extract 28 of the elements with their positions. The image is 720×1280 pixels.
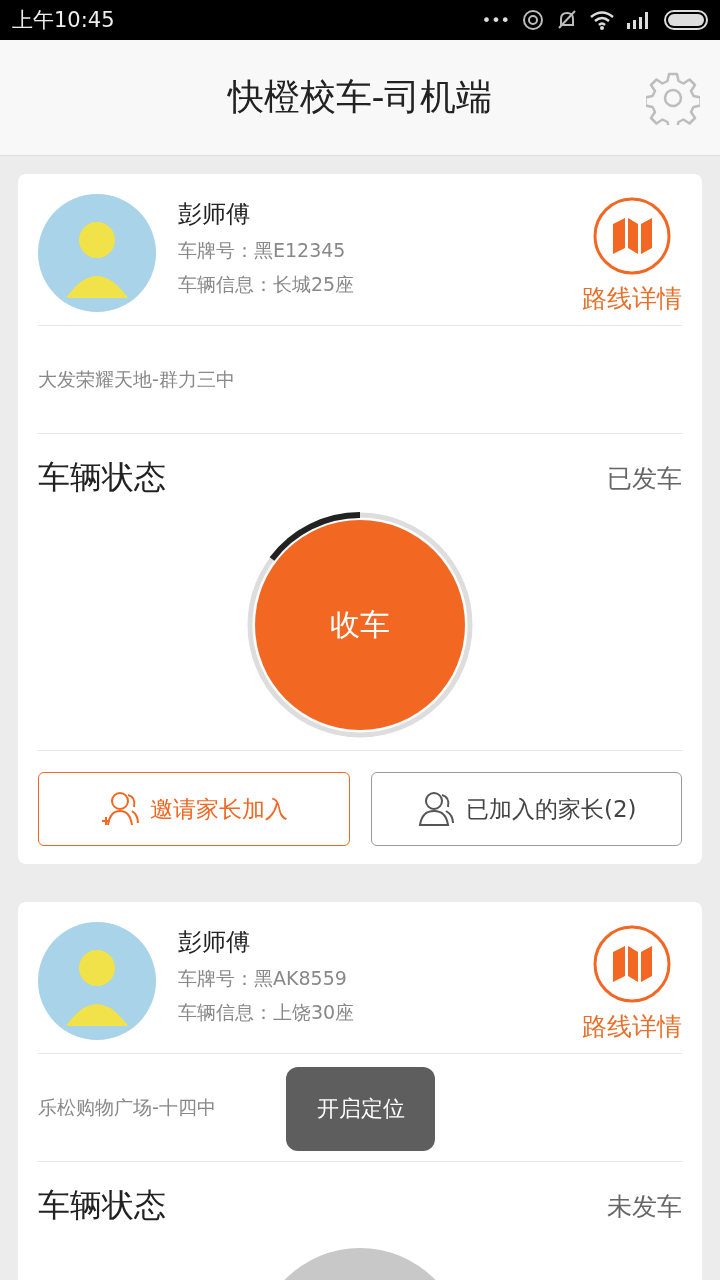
- route-text: 大发荣耀天地-群力三中: [38, 366, 235, 392]
- plate-number: 车牌号：黑AK8559: [178, 966, 348, 991]
- driver-name: 彭师傅: [178, 927, 251, 958]
- route-details-button[interactable]: 路线详情: [582, 924, 682, 1043]
- wifi-icon: [590, 10, 614, 30]
- status-label: 车辆状态: [38, 457, 166, 498]
- joined-parents-button[interactable]: 已加入的家长(2): [370, 772, 682, 846]
- route-details-button[interactable]: 路线详情: [582, 196, 682, 315]
- plate-number: 车牌号：黑E12345: [178, 238, 347, 263]
- map-icon: [592, 924, 672, 1004]
- status-text: 已发车: [607, 462, 682, 495]
- map-icon: [592, 196, 672, 276]
- vehicle-info: 车辆信息：长城25座: [178, 272, 356, 297]
- toast: 开启定位: [286, 1067, 435, 1151]
- status-text: 未发车: [607, 1190, 682, 1223]
- driver-name: 彭师傅: [178, 199, 251, 230]
- route-text: 乐松购物广场-十四中: [38, 1094, 216, 1120]
- status-label: 车辆状态: [38, 1185, 166, 1226]
- invite-parents-button[interactable]: 邀请家长加入: [38, 772, 350, 846]
- more-dots: •••: [481, 10, 510, 30]
- battery-icon: [664, 10, 708, 30]
- vehicle-info: 车辆信息：上饶30座: [178, 1000, 356, 1025]
- app-title: 快橙校车-司机端: [227, 75, 493, 119]
- settings-icon[interactable]: [646, 71, 700, 125]
- mute-icon: [556, 9, 578, 31]
- status-time: 上午10:45: [12, 7, 115, 34]
- add-users-icon: [99, 791, 140, 827]
- action-button[interactable]: 收车: [255, 520, 465, 730]
